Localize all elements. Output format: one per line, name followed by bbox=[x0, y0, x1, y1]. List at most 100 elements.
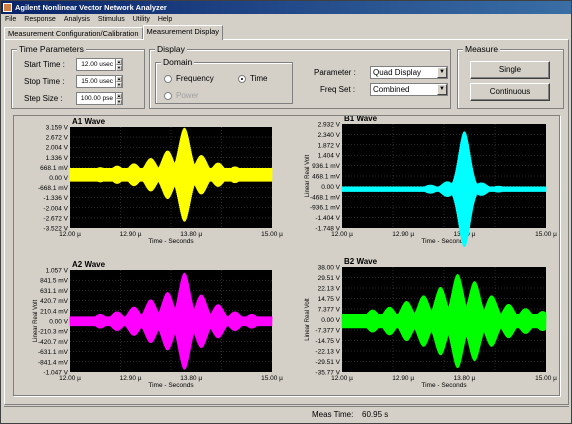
y-tick-label: 2.004 V bbox=[46, 145, 69, 152]
step-size-label: Step Size : bbox=[24, 94, 63, 103]
start-time-stepper[interactable]: 12.00 usec ▲ ▼ bbox=[76, 58, 123, 71]
x-tick-label: 13.80 µ bbox=[180, 231, 202, 238]
measure-title: Measure bbox=[463, 44, 501, 54]
parameter-value[interactable]: Quad Display bbox=[371, 67, 437, 78]
y-tick-label: 631.1 mV bbox=[40, 288, 68, 295]
y-tick-label: -2.672 V bbox=[43, 215, 68, 222]
menu-stimulus[interactable]: Stimulus bbox=[94, 16, 129, 23]
stop-time-label: Stop Time : bbox=[24, 77, 65, 86]
time-label: Time bbox=[250, 74, 268, 83]
parameter-dropdown-icon[interactable]: ▼ bbox=[437, 67, 447, 78]
y-tick-label: -1.336 V bbox=[43, 195, 68, 202]
time-parameters-title: Time Parameters bbox=[17, 44, 86, 54]
x-tick-label: 12.90 µ bbox=[120, 231, 142, 238]
freq-set-select[interactable]: Combined ▼ bbox=[370, 83, 448, 96]
x-tick-label: 13.80 µ bbox=[180, 375, 202, 382]
single-button[interactable]: Single bbox=[470, 61, 550, 79]
y-tick-label: -668.1 mV bbox=[38, 185, 69, 192]
y-tick-label: 0.00 V bbox=[49, 175, 68, 182]
freq-set-label: Freq Set : bbox=[320, 85, 356, 94]
y-tick-label: 2.932 V bbox=[318, 122, 341, 129]
measurement-display-pane: Time Parameters Start Time : 12.00 usec … bbox=[4, 39, 569, 405]
step-size-value[interactable]: 100.00 pse bbox=[76, 92, 115, 105]
domain-title: Domain bbox=[161, 57, 195, 67]
stop-time-value[interactable]: 15.00 usec bbox=[76, 75, 115, 88]
y-tick-label: -14.75 V bbox=[315, 338, 340, 345]
y-tick-label: 38.00 V bbox=[318, 265, 341, 272]
power-label: Power bbox=[176, 91, 199, 100]
display-title: Display bbox=[155, 44, 187, 54]
frequency-label: Frequency bbox=[176, 74, 214, 83]
chart-3: B2 Wave38.00 V 29.51 V 22.13 V 14.75 V 7.377… bbox=[305, 257, 557, 389]
x-tick-label: 12.00 µ bbox=[331, 375, 353, 382]
continuous-button[interactable]: Continuous bbox=[470, 83, 550, 101]
meas-time-value: 60.95 s bbox=[362, 410, 389, 419]
y-tick-label: -468.1 mV bbox=[310, 194, 341, 201]
freq-set-value[interactable]: Combined bbox=[371, 84, 437, 95]
app-icon bbox=[3, 3, 12, 12]
title-bar[interactable]: Agilent Nonlinear Vector Network Analyze… bbox=[1, 1, 571, 14]
chart-0: A1 Wave3.159 V 2.672 V 2.004 V 1.336 V 668.1… bbox=[38, 117, 283, 245]
stop-time-stepper[interactable]: 15.00 usec ▲ ▼ bbox=[76, 75, 123, 88]
y-tick-label: 2.672 V bbox=[46, 135, 69, 142]
menu-utility[interactable]: Utility bbox=[129, 16, 154, 23]
frequency-radio-icon[interactable] bbox=[164, 74, 172, 83]
y-tick-label: 210.4 mV bbox=[40, 308, 68, 315]
tab-measurement-display[interactable]: Measurement Display bbox=[142, 25, 224, 40]
y-tick-label: -420.7 mV bbox=[38, 339, 69, 346]
y-tick-label: -936.1 mV bbox=[310, 205, 341, 212]
freq-set-dropdown-icon[interactable]: ▼ bbox=[437, 84, 447, 95]
frequency-radio[interactable]: Frequency bbox=[164, 74, 214, 83]
parameter-select[interactable]: Quad Display ▼ bbox=[370, 66, 448, 79]
y-tick-label: 1.336 V bbox=[46, 155, 69, 162]
y-tick-label: 841.5 mV bbox=[40, 278, 68, 285]
quad-plot-canvas: A1 Wave3.159 V 2.672 V 2.004 V 1.336 V 668.1… bbox=[33, 114, 557, 389]
tab-strip: Measurement Configuration/Calibration Me… bbox=[4, 25, 224, 40]
time-radio-icon[interactable] bbox=[238, 74, 246, 83]
y-tick-label: 0.00 V bbox=[321, 184, 340, 191]
y-tick-label: 936.1 mV bbox=[312, 163, 340, 170]
y-tick-label: 29.51 V bbox=[318, 275, 341, 282]
x-axis-label: Time - Seconds bbox=[148, 382, 194, 389]
chart-title: B2 Wave bbox=[344, 257, 378, 266]
x-axis-label: Time - Seconds bbox=[421, 382, 467, 389]
chart-title: A1 Wave bbox=[72, 117, 106, 126]
menu-file[interactable]: File bbox=[1, 16, 20, 23]
y-axis-label: Linear Real Volt bbox=[305, 298, 311, 341]
y-tick-label: 14.75 V bbox=[318, 296, 341, 303]
x-tick-label: 12.90 µ bbox=[120, 375, 142, 382]
stop-time-down-icon[interactable]: ▼ bbox=[116, 82, 122, 88]
y-tick-label: 668.1 mV bbox=[40, 165, 68, 172]
y-tick-label: -631.1 mV bbox=[38, 349, 69, 356]
x-tick-label: 12.00 µ bbox=[331, 231, 353, 238]
menu-analysis[interactable]: Analysis bbox=[60, 16, 94, 23]
y-tick-label: -29.51 V bbox=[315, 359, 340, 366]
step-size-stepper[interactable]: 100.00 pse ▲ ▼ bbox=[76, 92, 123, 105]
power-radio: Power bbox=[164, 91, 199, 100]
x-tick-label: 12.90 µ bbox=[392, 231, 414, 238]
power-radio-icon bbox=[164, 91, 172, 100]
y-tick-label: -2.004 V bbox=[43, 205, 68, 212]
menu-help[interactable]: Help bbox=[154, 16, 176, 23]
plot-panel: A1 Wave 3.159 V 2.672 V 2.004 V 1.336 V 668.1… bbox=[13, 114, 560, 396]
y-tick-label: 0.00 V bbox=[321, 317, 340, 324]
step-size-down-icon[interactable]: ▼ bbox=[116, 99, 122, 105]
window-title: Agilent Nonlinear Vector Network Analyze… bbox=[15, 3, 167, 12]
start-time-label: Start Time : bbox=[24, 60, 65, 69]
start-time-down-icon[interactable]: ▼ bbox=[116, 65, 122, 71]
x-tick-label: 15.00 µ bbox=[261, 231, 283, 238]
parameter-label: Parameter : bbox=[314, 68, 356, 77]
menu-bar: File Response Analysis Stimulus Utility … bbox=[1, 14, 571, 25]
meas-time-label: Meas Time: bbox=[312, 410, 354, 419]
time-radio[interactable]: Time bbox=[238, 74, 267, 83]
chart-1: B1 Wave2.932 V 2.340 V 1.872 V 1.404 V 936.1… bbox=[305, 114, 557, 247]
y-tick-label: -1.404 V bbox=[315, 215, 340, 222]
y-tick-label: 1.404 V bbox=[318, 153, 341, 160]
x-tick-label: 12.00 µ bbox=[59, 375, 81, 382]
chart-title: A2 Wave bbox=[72, 260, 106, 269]
y-tick-label: 1.872 V bbox=[318, 142, 341, 149]
display-group: Display Domain Frequency Time Power Para… bbox=[149, 44, 451, 109]
start-time-value[interactable]: 12.00 usec bbox=[76, 58, 115, 71]
menu-response[interactable]: Response bbox=[20, 16, 60, 23]
time-parameters-group: Time Parameters Start Time : 12.00 usec … bbox=[11, 44, 145, 109]
